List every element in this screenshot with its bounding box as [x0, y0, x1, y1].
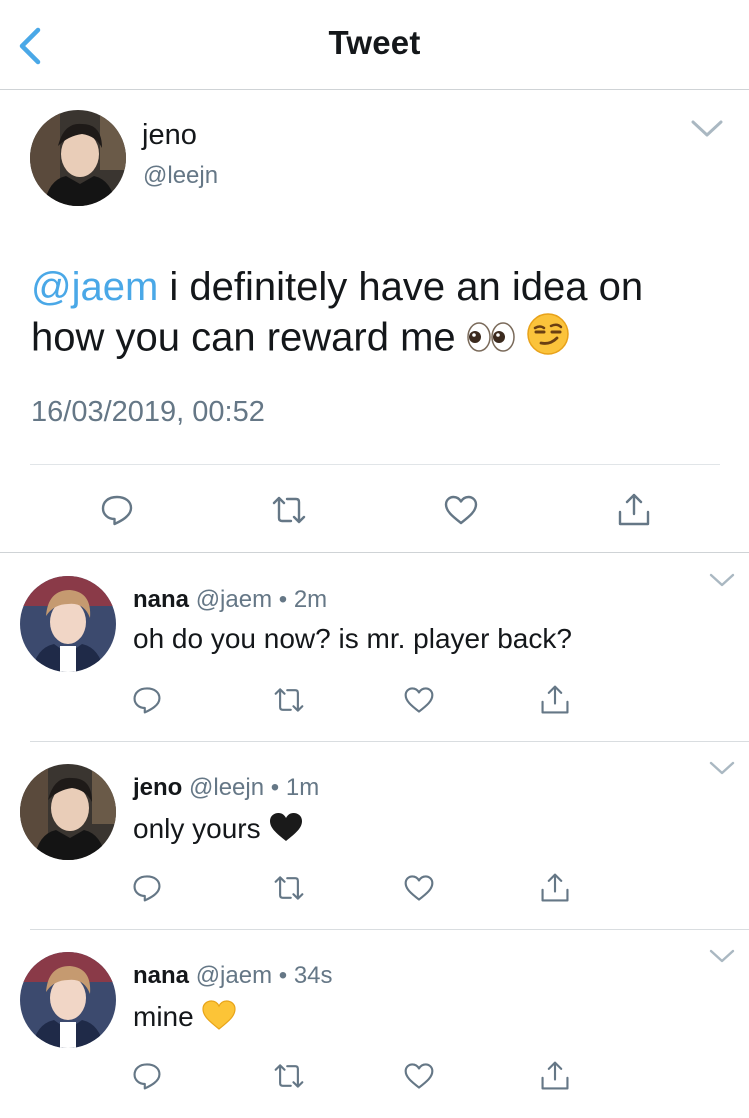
reply-tweet[interactable]: nana @jaem • 34s mine — [0, 930, 749, 1118]
reply-header: jeno @leejn • 1m — [133, 774, 319, 802]
author-name[interactable]: jeno — [142, 119, 197, 152]
main-tweet: jeno @leejn @jaem i definitely have an i… — [0, 90, 749, 553]
author-handle[interactable]: @leejn — [143, 162, 218, 190]
avatar-photo — [20, 952, 116, 1048]
mention-link[interactable]: @jaem — [31, 265, 158, 309]
tweet-menu-button[interactable] — [690, 118, 724, 140]
share-icon — [541, 685, 569, 714]
avatar-photo — [20, 576, 116, 672]
share-button[interactable] — [539, 1060, 571, 1092]
reply-text: oh do you now? is mr. player back? — [133, 623, 572, 654]
reply-button[interactable] — [131, 1060, 163, 1092]
avatar[interactable] — [30, 110, 126, 206]
reply-body: only yours — [133, 812, 261, 844]
reply-icon — [101, 495, 133, 526]
retweet-icon — [272, 496, 306, 524]
meta-separator: • — [278, 962, 288, 989]
like-button[interactable] — [403, 684, 435, 716]
app-header: Tweet — [0, 0, 749, 90]
reply-button[interactable] — [131, 872, 163, 904]
reply-time: 34s — [293, 962, 333, 989]
retweet-icon — [274, 688, 304, 712]
reply-icon — [133, 875, 161, 902]
share-icon — [541, 873, 569, 902]
avatar[interactable] — [20, 576, 116, 672]
reply-tweet[interactable]: nana @jaem • 2m oh do you now? is mr. pl… — [0, 554, 749, 742]
meta-separator: • — [278, 586, 288, 613]
reply-header: nana @jaem • 34s — [133, 962, 333, 990]
chevron-down-icon — [691, 120, 723, 137]
like-button[interactable] — [443, 492, 479, 528]
avatar-photo — [20, 764, 116, 860]
share-button[interactable] — [616, 492, 652, 528]
reply-author-handle[interactable]: @leejn — [189, 774, 264, 801]
reply-author-handle[interactable]: @jaem — [196, 586, 272, 613]
chevron-down-icon — [709, 761, 735, 775]
avatar[interactable] — [20, 952, 116, 1048]
share-icon — [618, 493, 650, 526]
reply-button[interactable] — [131, 684, 163, 716]
smirk-emoji — [526, 312, 570, 368]
reply-tweet[interactable]: jeno @leejn • 1m only yours — [0, 742, 749, 930]
like-icon — [444, 495, 478, 525]
chevron-down-icon — [709, 949, 735, 963]
reply-icon — [133, 1063, 161, 1090]
like-button[interactable] — [403, 872, 435, 904]
like-icon — [404, 687, 434, 713]
reply-body: mine — [133, 1000, 194, 1032]
reply-author-name[interactable]: nana — [133, 962, 189, 989]
like-button[interactable] — [403, 1060, 435, 1092]
reply-time: 2m — [293, 586, 328, 613]
reply-button[interactable] — [99, 492, 135, 528]
black-heart-emoji — [268, 811, 304, 850]
reply-header: nana @jaem • 2m — [133, 586, 327, 614]
chevron-down-icon — [709, 573, 735, 587]
page-title: Tweet — [328, 24, 421, 61]
reply-text: mine — [133, 999, 237, 1038]
eyes-emoji — [467, 315, 515, 365]
share-icon — [541, 1061, 569, 1090]
divider — [30, 464, 720, 465]
retweet-icon — [274, 1064, 304, 1088]
reply-menu-button[interactable] — [709, 948, 735, 964]
retweet-button[interactable] — [271, 492, 307, 528]
reply-author-name[interactable]: nana — [133, 586, 189, 613]
retweet-button[interactable] — [273, 684, 305, 716]
tweet-timestamp: 16/03/2019, 00:52 — [31, 396, 265, 428]
reply-author-handle[interactable]: @jaem — [196, 962, 272, 989]
share-button[interactable] — [539, 684, 571, 716]
meta-separator: • — [270, 774, 280, 801]
retweet-button[interactable] — [273, 872, 305, 904]
avatar[interactable] — [20, 764, 116, 860]
like-icon — [404, 875, 434, 901]
reply-text: only yours — [133, 811, 304, 850]
like-icon — [404, 1063, 434, 1089]
tweet-text: @jaem i definitely have an idea on how y… — [31, 262, 721, 368]
retweet-icon — [274, 876, 304, 900]
reply-author-name[interactable]: jeno — [133, 774, 182, 801]
share-button[interactable] — [539, 872, 571, 904]
avatar-photo — [30, 110, 126, 206]
reply-menu-button[interactable] — [709, 760, 735, 776]
reply-icon — [133, 687, 161, 714]
retweet-button[interactable] — [273, 1060, 305, 1092]
reply-time: 1m — [285, 774, 320, 801]
yellow-heart-emoji — [201, 999, 237, 1038]
reply-menu-button[interactable] — [709, 572, 735, 588]
